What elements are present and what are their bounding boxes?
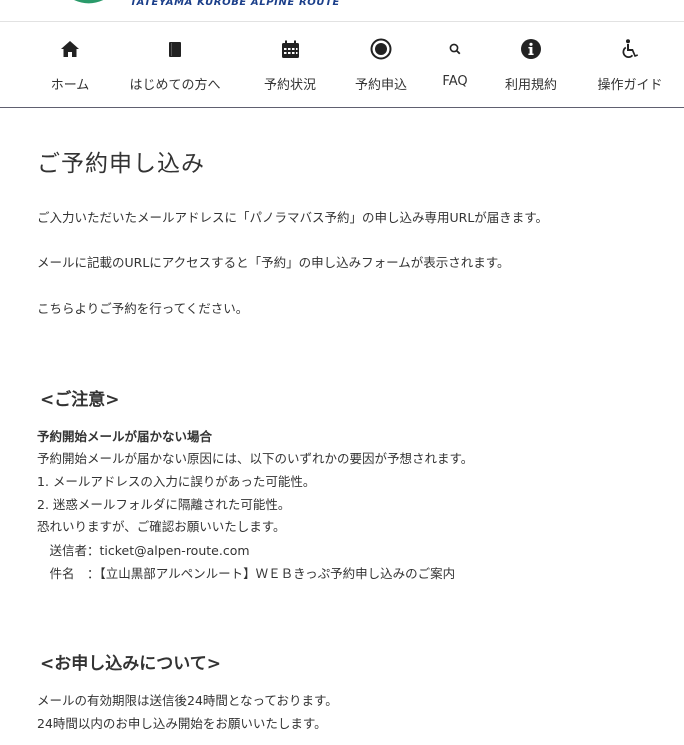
book-icon [164, 38, 186, 60]
notice-subheading: 予約開始メールが届かない場合 [37, 429, 213, 444]
search-icon [444, 38, 466, 60]
page-title: ご予約申し込み [37, 151, 205, 177]
nav-guide[interactable]: 操作ガイド [590, 22, 670, 107]
application-line: メールの有効期限は送信後24時間となっております。 [37, 693, 338, 708]
nav-label: 予約状況 [263, 78, 316, 93]
nav-terms[interactable]: 利用規約 [496, 22, 566, 107]
home-icon [59, 38, 81, 60]
application-line: 24時間以内のお申し込み開始をお願いいたします。 [37, 716, 327, 731]
notice-line: 1. メールアドレスの入力に誤りがあった可能性。 [37, 474, 316, 489]
accessibility-icon [619, 38, 641, 60]
nav-label: FAQ [442, 74, 468, 89]
intro-text: メールに記載のURLにアクセスすると「予約」の申し込みフォームが表示されます。 [37, 255, 510, 270]
intro-text: こちらよりご予約を行ってください。 [37, 301, 249, 316]
main-nav: ホーム はじめての方へ 予約状況 予約申込 FAQ 利用規約 操作ガイド [0, 22, 684, 108]
sender-line: 送信者：ticket@alpen-route.com [37, 543, 250, 558]
nav-faq[interactable]: FAQ [430, 22, 480, 107]
logo-subtitle[interactable]: TATEYAMA KUROBE ALPINE ROUTE [130, 0, 340, 8]
notice-line: 予約開始メールが届かない原因には、以下のいずれかの要因が予想されます。 [37, 451, 474, 466]
nav-home[interactable]: ホーム [40, 22, 100, 107]
nav-label: はじめての方へ [129, 78, 221, 93]
subject-line: 件名 ：【立山黒部アルペンルート】ＷＥＢきっぷ予約申し込みのご案内 [37, 566, 456, 581]
nav-reservation-apply[interactable]: 予約申込 [346, 22, 416, 107]
notice-line: 2. 迷惑メールフォルダに隔離された可能性。 [37, 497, 291, 512]
nav-label: 操作ガイド [597, 78, 663, 93]
notice-line: 恐れいりますが、ご確認お願いいたします。 [37, 519, 286, 534]
nav-reservation-status[interactable]: 予約状況 [255, 22, 325, 107]
notice-heading: <ご注意> [40, 390, 120, 410]
calendar-icon [279, 38, 301, 60]
logo-swoosh[interactable] [72, 0, 120, 6]
application-heading: <お申し込みについて> [40, 654, 221, 674]
info-icon [520, 38, 542, 60]
radio-circle-icon [370, 38, 392, 60]
nav-label: 利用規約 [504, 78, 557, 93]
header-bar: TATEYAMA KUROBE ALPINE ROUTE [0, 0, 684, 22]
nav-first-time[interactable]: はじめての方へ [125, 22, 225, 107]
intro-text: ご入力いただいたメールアドレスに「パノラマバス予約」の申し込み専用URLが届きま… [37, 210, 549, 225]
nav-label: ホーム [50, 78, 90, 93]
nav-label: 予約申込 [354, 78, 407, 93]
